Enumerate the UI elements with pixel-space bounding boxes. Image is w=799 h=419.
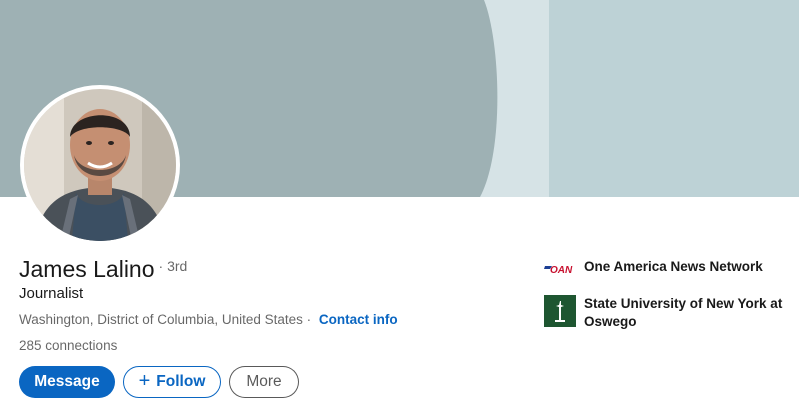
connections-count: 285 connections [19,338,118,353]
org-name-oan: One America News Network [584,259,763,274]
oan-logo-text: OAN [550,265,573,276]
plus-icon: + [138,370,151,392]
org-item-oan[interactable]: OAN One America News Network [544,258,784,285]
follow-button[interactable]: + Follow [123,366,221,398]
message-button[interactable]: Message [19,366,115,398]
org-name-suny-oswego: State University of New York at Oswego [584,296,783,329]
profile-photo[interactable] [20,85,180,245]
suny-oswego-logo-icon [544,295,576,332]
experience-education-list: OAN One America News Network State Unive… [544,258,784,342]
profile-location: Washington, District of Columbia, United… [19,312,303,327]
location-row: Washington, District of Columbia, United… [19,312,398,327]
org-item-suny-oswego[interactable]: State University of New York at Oswego [544,295,784,332]
avatar-photo-icon [24,89,176,241]
profile-name: James Lalino [19,256,155,282]
profile-actions: Message + Follow More [19,366,299,398]
contact-info-link[interactable]: Contact info [319,312,398,327]
message-button-label: Message [34,373,100,390]
separator: · [306,312,312,327]
name-row: James Lalino · 3rd [19,256,187,283]
profile-headline: Journalist [19,285,84,302]
follow-button-label: Follow [156,373,206,390]
more-button-label: More [246,373,282,390]
connection-degree: · 3rd [158,258,188,274]
oan-logo-icon: OAN [544,258,576,285]
more-button[interactable]: More [229,366,299,398]
